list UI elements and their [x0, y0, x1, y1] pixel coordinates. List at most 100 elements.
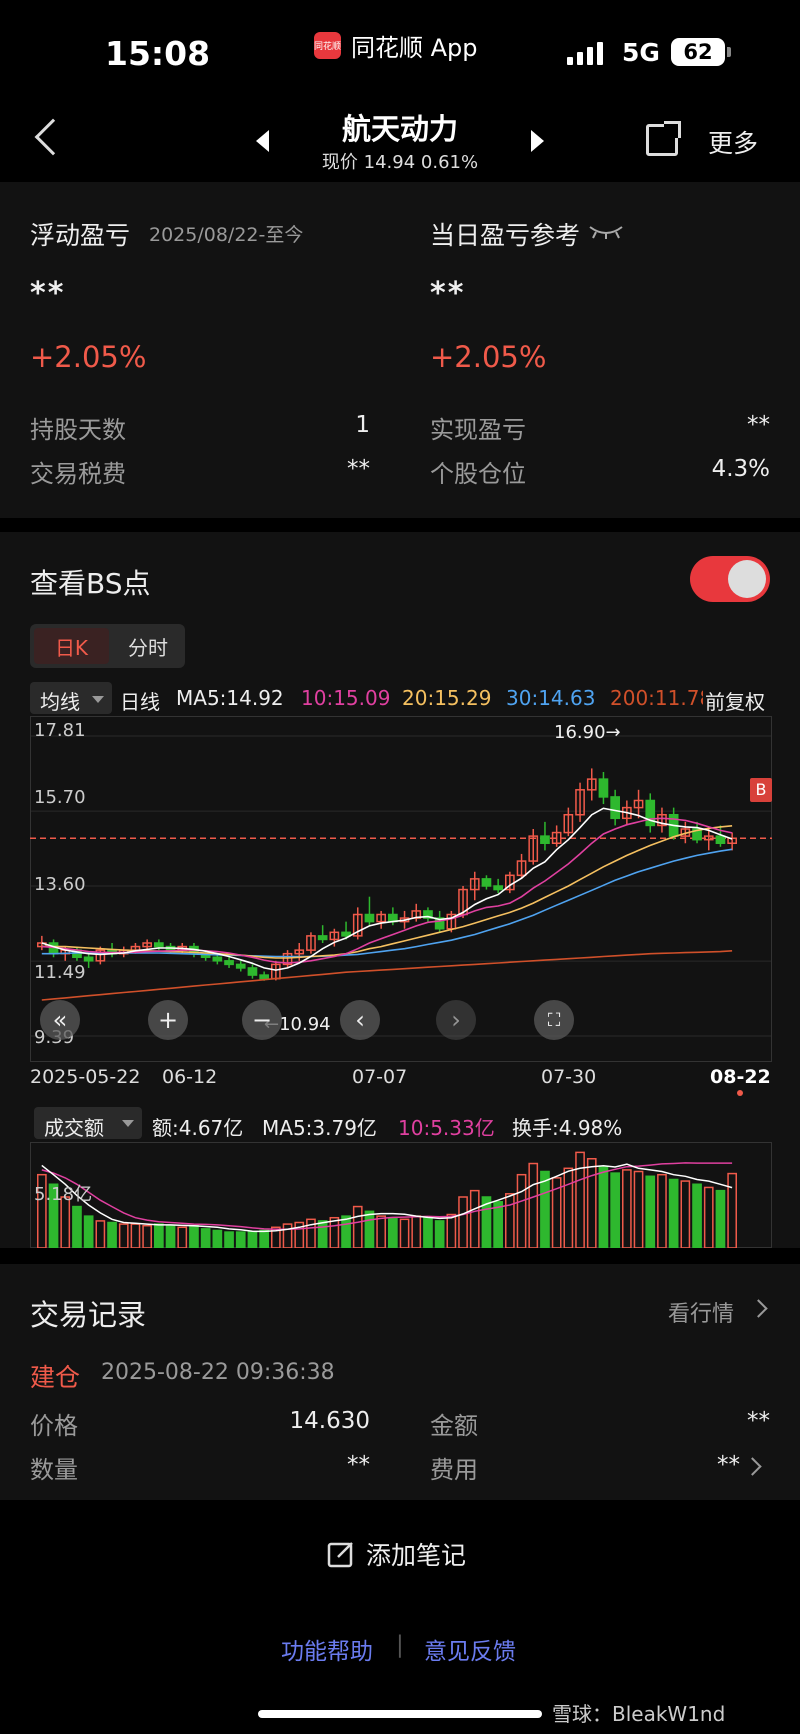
app-logo: 同花顺	[314, 32, 341, 59]
nav-bar: 航天动力 现价 14.94 0.61% 更多	[0, 100, 800, 182]
price-label: 价格	[30, 1412, 78, 1440]
volume-bar	[107, 1221, 117, 1248]
candle-body	[212, 956, 223, 962]
candle-body	[540, 835, 550, 844]
candle-body	[715, 835, 726, 844]
chart-frame	[30, 716, 772, 1062]
trade-card: 交易记录 看行情 建仓 2025-08-22 09:36:38 价格 14.63…	[0, 1264, 800, 1500]
volume-bar	[715, 1189, 726, 1248]
candle-body	[235, 963, 246, 969]
volume-bar	[388, 1216, 398, 1248]
legend-adjust[interactable]: 前复权	[703, 686, 765, 715]
next-stock-icon[interactable]	[531, 130, 544, 152]
candle-body	[83, 956, 94, 962]
volume-bar	[72, 1205, 82, 1248]
y-label-1: 17.81	[34, 720, 86, 741]
signal-icon	[567, 42, 603, 65]
day-pnl-pct: +2.05%	[430, 340, 547, 374]
volume-bar	[610, 1172, 620, 1248]
add-note-button[interactable]: 添加笔记	[326, 1536, 466, 1572]
chevron-right-icon[interactable]	[743, 1457, 762, 1476]
quantity-label: 数量	[30, 1456, 78, 1484]
hold-days-label: 持股天数	[30, 416, 126, 444]
candle-body	[247, 967, 258, 976]
bs-toggle[interactable]	[690, 556, 770, 602]
more-button[interactable]: 更多	[708, 124, 758, 160]
status-bar: 15:08 同花顺 同花顺 App 5G 62	[0, 0, 800, 100]
volume-bar	[317, 1220, 328, 1248]
volume-bar	[247, 1231, 258, 1248]
volume-bar	[563, 1167, 574, 1248]
view-quote-link[interactable]: 看行情	[668, 1296, 734, 1328]
legend-ma30: 30:14.63	[506, 686, 596, 710]
chevron-right-icon[interactable]	[749, 1299, 768, 1318]
battery-icon: 62	[671, 38, 725, 66]
volume-bar	[657, 1173, 667, 1248]
battery-tip	[727, 47, 731, 57]
scroll-right-icon[interactable]: ›	[436, 1000, 476, 1040]
volume-bar	[95, 1220, 106, 1248]
y-label-4: 11.49	[34, 962, 86, 983]
fullscreen-icon[interactable]: ⛶	[534, 1000, 574, 1040]
volume-bar	[329, 1216, 340, 1248]
volume-chart[interactable]	[30, 1142, 772, 1248]
tax-fee-label: 交易税费	[30, 460, 126, 488]
y-label-3: 13.60	[34, 874, 86, 895]
volume-bar	[598, 1165, 609, 1248]
tab-daily-k[interactable]: 日K	[34, 628, 109, 664]
volume-bar	[130, 1223, 141, 1248]
float-pnl-range: 2025/08/22-至今	[149, 224, 304, 246]
tax-fee-value: **	[347, 456, 370, 482]
volume-bar	[434, 1220, 445, 1248]
candle-body	[493, 885, 503, 891]
volume-select-label: 成交额	[44, 1116, 104, 1140]
volume-bar	[118, 1223, 129, 1248]
volume-bar	[727, 1172, 737, 1248]
feedback-link[interactable]: 意见反馈	[424, 1632, 516, 1666]
volume-bar	[423, 1216, 433, 1248]
zoom-out-icon[interactable]: −	[242, 1000, 282, 1040]
zoom-in-icon[interactable]: +	[148, 1000, 188, 1040]
volume-bar	[212, 1229, 223, 1248]
buy-marker[interactable]: B	[750, 778, 772, 802]
volume-bar	[235, 1231, 246, 1248]
candle-body	[364, 913, 375, 923]
volume-bar	[493, 1201, 503, 1248]
share-icon[interactable]	[646, 121, 681, 156]
candle-body	[154, 942, 164, 948]
amount-value: **	[747, 1408, 770, 1434]
kline-chart[interactable]	[30, 716, 772, 1062]
high-marker: 16.90→	[554, 722, 621, 743]
legend-ma10: 10:15.09	[301, 686, 391, 710]
date-label-4: 07-30	[541, 1066, 597, 1088]
volume-bar	[154, 1223, 164, 1248]
stock-price-line: 现价 14.94 0.61%	[321, 152, 479, 173]
help-link[interactable]: 功能帮助	[281, 1632, 373, 1666]
volume-bar	[200, 1228, 211, 1248]
float-pnl-pct: +2.05%	[30, 340, 147, 374]
day-pnl-value: **	[430, 276, 466, 311]
app-indicator[interactable]: 同花顺 同花顺 App	[314, 28, 478, 63]
network-type: 5G	[622, 38, 660, 67]
candle-body	[598, 778, 609, 798]
volume-bar	[364, 1210, 375, 1248]
volume-bar	[341, 1215, 351, 1248]
legend-ma5: MA5:14.92	[176, 686, 284, 710]
trade-action: 建仓	[30, 1363, 81, 1392]
home-indicator[interactable]	[258, 1710, 542, 1718]
toggle-knob	[728, 560, 766, 598]
legend-ma20: 20:15.29	[402, 686, 492, 710]
tab-intraday[interactable]: 分时	[114, 628, 182, 664]
position-value: 4.3%	[711, 456, 770, 482]
volume-bar	[224, 1231, 234, 1248]
candle-body	[481, 878, 492, 887]
scroll-left-icon[interactable]: ‹	[340, 1000, 380, 1040]
eye-closed-icon[interactable]	[588, 224, 624, 240]
volume-bar	[528, 1162, 539, 1248]
volume-bar	[259, 1229, 269, 1248]
rewind-icon[interactable]: «	[40, 1000, 80, 1040]
volume-bar	[142, 1224, 152, 1248]
vol-ma5-line	[41, 1163, 733, 1233]
volume-bar	[645, 1175, 656, 1248]
candle-body	[610, 796, 620, 820]
